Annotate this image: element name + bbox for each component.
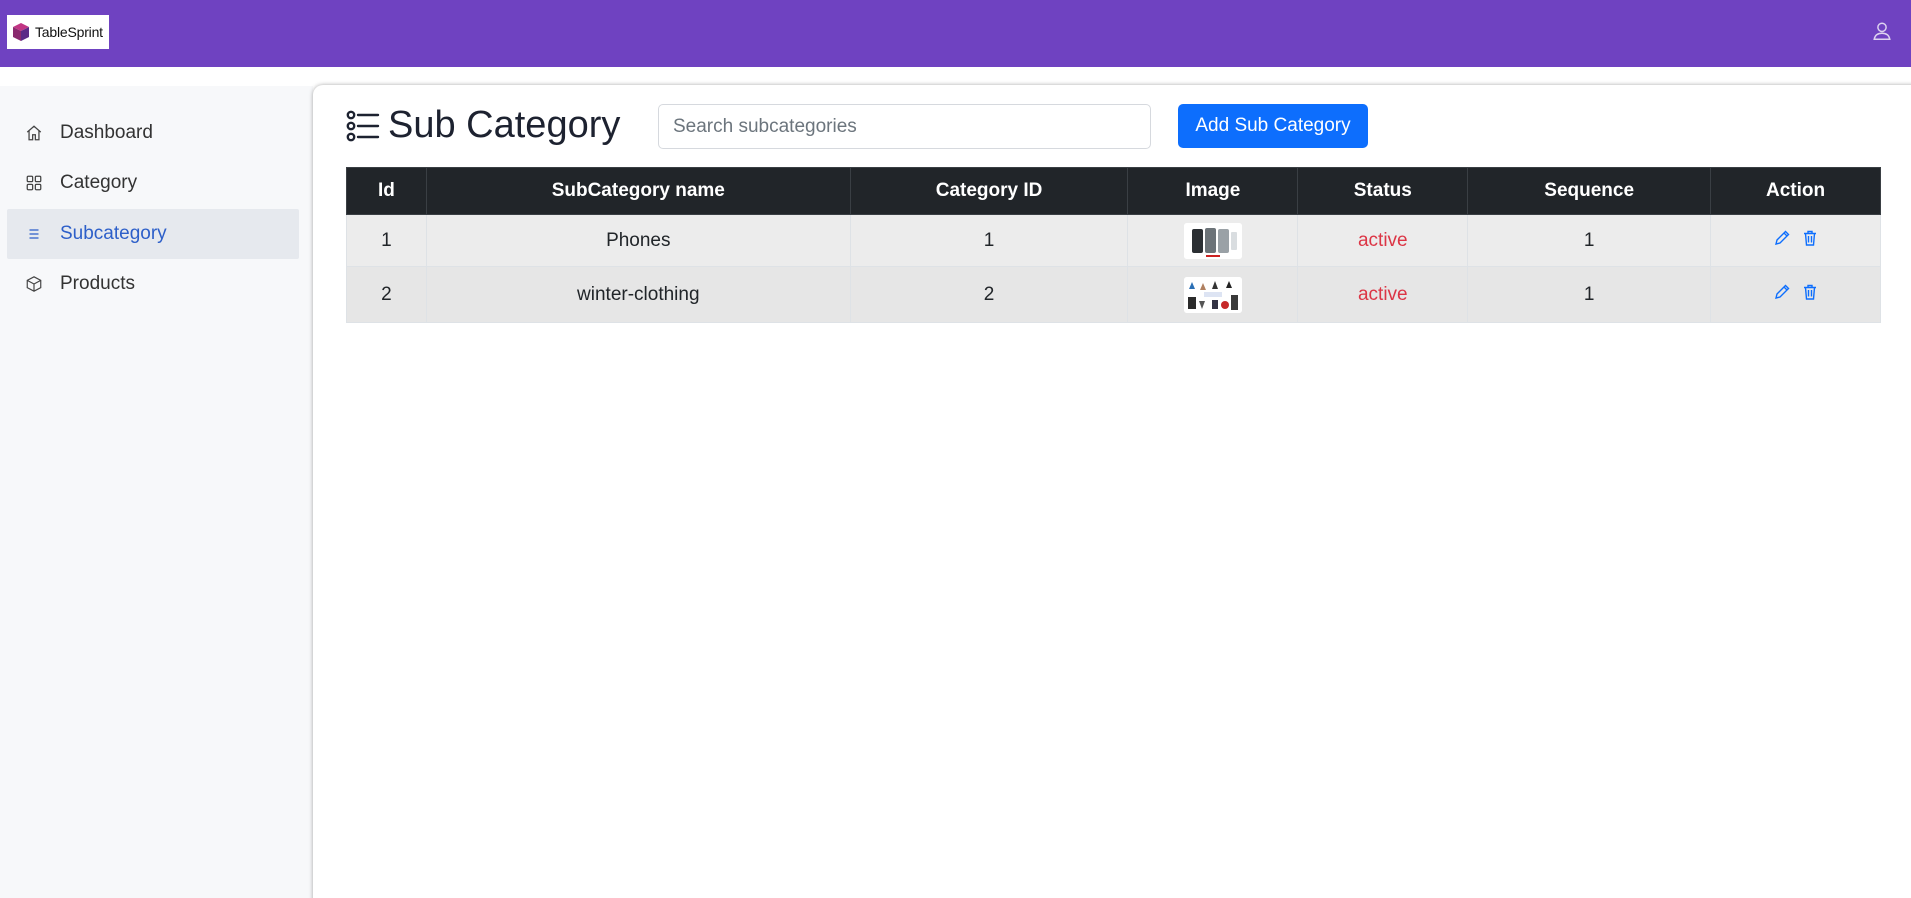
cell-sequence: 1 <box>1467 266 1712 323</box>
sidebar-item-dashboard[interactable]: Dashboard <box>7 108 299 158</box>
column-header-action: Action <box>1710 167 1881 215</box>
list-icon <box>24 224 44 244</box>
cell-image <box>1127 266 1299 323</box>
cell-image <box>1127 214 1299 267</box>
delete-trash-icon[interactable] <box>1801 283 1819 301</box>
page-header: Sub Category <box>346 104 620 147</box>
cell-id: 2 <box>346 266 427 323</box>
top-navbar: TableSprint <box>0 0 1911 67</box>
search-input[interactable] <box>658 104 1151 149</box>
home-icon <box>24 123 44 143</box>
sidebar: Dashboard Category Subcategory Products <box>0 86 313 898</box>
cell-category-id: 1 <box>849 214 1129 267</box>
column-header-category-id[interactable]: Category ID <box>849 167 1129 215</box>
cube-logo-icon <box>13 23 29 41</box>
column-header-image[interactable]: Image <box>1127 167 1299 215</box>
sidebar-item-label: Category <box>60 172 138 193</box>
brand-logo[interactable]: TableSprint <box>7 15 109 49</box>
phones-thumbnail-image <box>1183 222 1242 259</box>
column-header-name[interactable]: SubCategory name <box>425 167 851 215</box>
add-sub-category-button[interactable]: Add Sub Category <box>1178 104 1368 148</box>
cell-actions <box>1710 214 1881 267</box>
table-row: 1 Phones 1 active 1 <box>346 214 1881 267</box>
cell-name: winter-clothing <box>425 266 851 323</box>
cell-id: 1 <box>346 214 427 267</box>
cell-name: Phones <box>425 214 851 267</box>
cell-sequence: 1 <box>1467 214 1712 267</box>
edit-pencil-icon[interactable] <box>1773 283 1791 301</box>
sidebar-item-products[interactable]: Products <box>7 259 299 309</box>
table-header-row: Id SubCategory name Category ID Image St… <box>346 167 1881 215</box>
cell-category-id: 2 <box>849 266 1129 323</box>
sidebar-item-label: Products <box>60 273 135 294</box>
page-title: Sub Category <box>388 104 621 146</box>
status-badge: active <box>1297 266 1469 323</box>
subcategory-table: Id SubCategory name Category ID Image St… <box>346 167 1881 323</box>
column-header-id[interactable]: Id <box>346 167 427 215</box>
cell-actions <box>1710 266 1881 323</box>
list-bullets-icon <box>346 110 380 141</box>
column-header-sequence[interactable]: Sequence <box>1467 167 1712 215</box>
sidebar-item-subcategory[interactable]: Subcategory <box>7 209 299 259</box>
winter-clothing-thumbnail-image <box>1183 276 1242 313</box>
column-header-status[interactable]: Status <box>1297 167 1469 215</box>
sidebar-item-category[interactable]: Category <box>7 158 299 208</box>
sidebar-item-label: Subcategory <box>60 223 167 244</box>
grid-icon <box>24 173 44 193</box>
box-icon <box>24 274 44 294</box>
edit-pencil-icon[interactable] <box>1773 229 1791 247</box>
brand-name: TableSprint <box>35 24 103 40</box>
user-profile-icon[interactable] <box>1871 20 1893 42</box>
sidebar-item-label: Dashboard <box>60 122 153 143</box>
table-row: 2 winter-clothing 2 active 1 <box>346 266 1881 323</box>
delete-trash-icon[interactable] <box>1801 229 1819 247</box>
status-badge: active <box>1297 214 1469 267</box>
